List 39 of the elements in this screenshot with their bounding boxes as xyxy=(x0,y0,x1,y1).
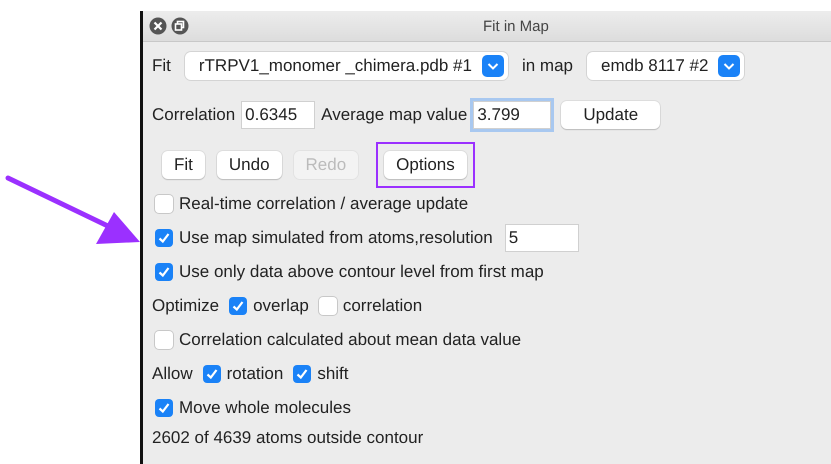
checkbox[interactable] xyxy=(155,195,173,213)
checkbox[interactable] xyxy=(155,331,173,349)
checkbox-label: Real-time correlation / average update xyxy=(179,194,468,214)
checkbox-label: shift xyxy=(317,364,349,384)
group-label: Optimize xyxy=(152,296,220,316)
checkbox-label: Correlation calculated about mean data value xyxy=(179,330,522,350)
checkbox-label: Use only data above contour level from first map xyxy=(179,262,544,282)
checkbox-label: Use map simulated from atoms,resolution xyxy=(179,228,493,248)
restore-icon[interactable] xyxy=(171,17,189,35)
checkbox[interactable] xyxy=(155,229,173,247)
checkbox[interactable] xyxy=(202,365,221,383)
checkbox[interactable] xyxy=(155,399,173,417)
average-field[interactable]: 3.799 xyxy=(473,101,552,129)
checkbox[interactable] xyxy=(155,263,173,281)
chevron-icon xyxy=(718,55,740,77)
correlation-field[interactable]: 0.6345 xyxy=(241,101,316,129)
update-button[interactable]: Update xyxy=(561,101,660,129)
resolution-field[interactable]: 5 xyxy=(504,224,579,252)
checkbox-label: Move whole molecules xyxy=(179,398,351,418)
checkbox[interactable] xyxy=(229,297,248,315)
checkbox-label: rotation xyxy=(226,364,284,384)
group-label: Allow xyxy=(152,364,193,384)
checkbox[interactable] xyxy=(318,297,337,315)
average-label: Average map value xyxy=(321,105,468,125)
fit-label: Fit xyxy=(152,56,171,76)
checkbox-label: overlap xyxy=(253,296,309,316)
checkbox[interactable] xyxy=(293,365,312,383)
close-icon[interactable] xyxy=(149,17,167,35)
checkbox-label: correlation xyxy=(342,296,422,316)
action-button[interactable]: Undo xyxy=(216,151,282,179)
chevron-icon xyxy=(482,55,504,77)
map-label: in map xyxy=(522,56,573,76)
correlation-label: Correlation xyxy=(152,105,236,125)
map-dropdown[interactable]: emdb 8117 #2 xyxy=(587,52,744,80)
status-text: 2602 of 4639 atoms outside contour xyxy=(152,428,424,448)
window-title: Fit in Map xyxy=(483,18,549,35)
model-dropdown[interactable]: rTRPV1_monomer _chimera.pdb #1 xyxy=(184,52,508,80)
options-button[interactable]: Options xyxy=(384,151,467,179)
action-button[interactable]: Fit xyxy=(162,151,205,179)
